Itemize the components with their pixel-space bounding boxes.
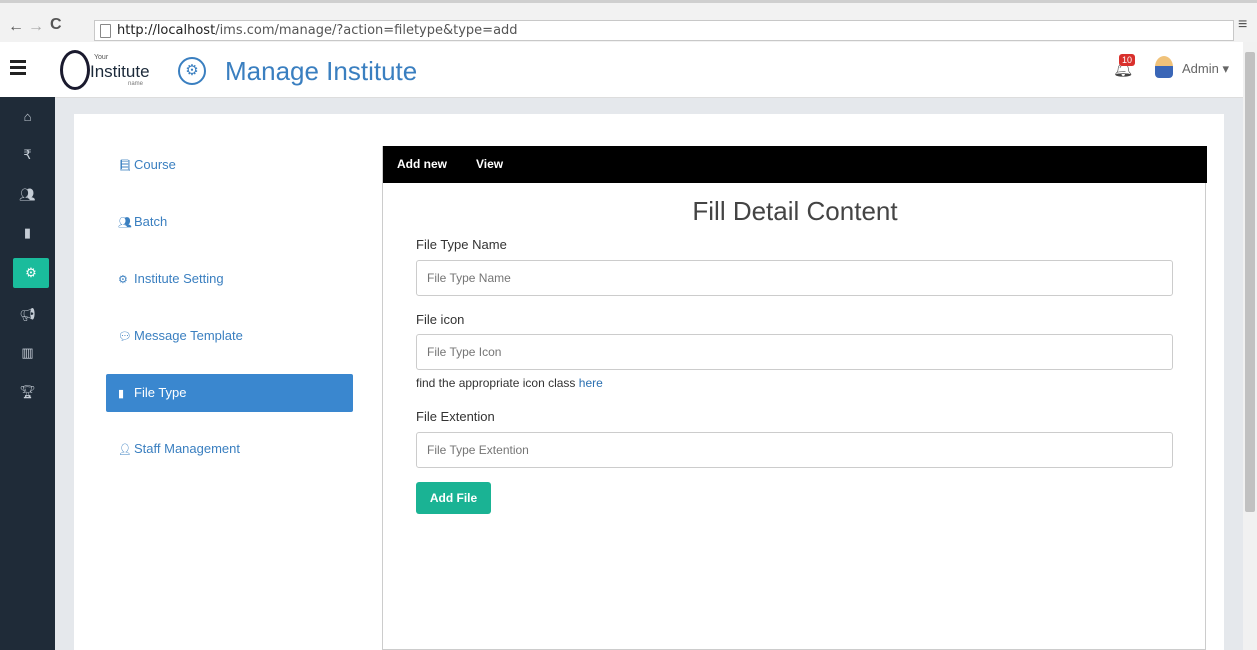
tab-view[interactable]: View [476, 157, 503, 171]
reload-button[interactable]: C [50, 16, 62, 34]
address-bar[interactable]: http://localhost/ims.com/manage/?action=… [94, 20, 1234, 41]
file-icon-label: File icon [416, 312, 465, 327]
file-type-name-label: File Type Name [416, 237, 507, 252]
form-container: Add new View Fill Detail Content File Ty… [382, 146, 1207, 650]
tab-bar: Add new View [383, 146, 1207, 183]
cogs-icon: ⚙ [118, 274, 128, 286]
logo-institute-text: Institute [90, 62, 150, 81]
browser-toolbar: ← → C http://localhost/ims.com/manage/?a… [0, 0, 1257, 42]
menu-item-file-type[interactable]: ▮ File Type [106, 374, 353, 412]
file-extension-input[interactable] [416, 432, 1173, 468]
menu-item-label: Batch [134, 214, 168, 229]
logo-your-text: Your [94, 54, 109, 61]
menu-item-label: Message Template [134, 328, 243, 343]
main-panel: 📘︎ Course 👥︎ Batch ⚙ Institute Setting 💬︎ Me… [74, 114, 1224, 650]
trophy-icon[interactable]: 🏆︎ [0, 384, 55, 400]
hamburger-menu-icon[interactable] [10, 60, 26, 78]
add-file-button[interactable]: Add File [416, 482, 491, 514]
menu-item-institute-setting[interactable]: ⚙ Institute Setting [106, 260, 353, 298]
menu-item-label: File Type [134, 385, 187, 400]
back-button[interactable]: ← [8, 18, 24, 36]
gear-icon: ⚙ [178, 57, 206, 85]
tab-add-new[interactable]: Add new [397, 157, 447, 171]
users-icon[interactable]: 👥︎ [0, 187, 55, 203]
institute-logo[interactable]: Your Institute name [58, 48, 172, 92]
page-icon [100, 24, 111, 38]
icon-class-link[interactable]: here [579, 376, 603, 390]
menu-item-label: Institute Setting [134, 271, 224, 286]
page-title: Manage Institute [225, 56, 418, 86]
browser-menu-button[interactable]: ≡ [1238, 16, 1247, 34]
logo-name-text: name [128, 81, 144, 87]
icon-help-text: find the appropriate icon class here [416, 376, 603, 390]
file-type-name-input[interactable] [416, 260, 1173, 296]
url-path: /ims.com/manage/?action=filetype&type=ad… [215, 23, 518, 38]
home-icon[interactable]: ⌂ [0, 109, 55, 124]
help-text: find the appropriate icon class [416, 376, 579, 390]
bullhorn-icon[interactable]: 📢︎ [0, 307, 55, 323]
menu-item-staff-management[interactable]: 👤︎ Staff Management [106, 430, 353, 468]
book-icon: 📘︎ [118, 160, 132, 172]
menu-item-message-template[interactable]: 💬︎ Message Template [106, 317, 353, 355]
notification-badge: 10 [1119, 54, 1136, 66]
file-extension-label: File Extention [416, 409, 495, 424]
app-header: Your Institute name ⚙ Manage Institute 🔔… [0, 42, 1257, 98]
menu-item-course[interactable]: 📘︎ Course [106, 146, 353, 184]
chart-icon[interactable]: ▥ [0, 345, 55, 361]
url-host: http://localhost [117, 23, 216, 38]
cogs-icon[interactable]: ⚙ [13, 258, 49, 288]
form-title: Fill Detail Content [692, 196, 898, 226]
menu-item-label: Staff Management [134, 441, 240, 456]
avatar[interactable] [1155, 56, 1173, 78]
icon-sidebar: ⌂ ₹ 👥︎ ▮ ⚙ 📢︎ ▥ 🏆︎ [0, 97, 55, 650]
file-icon[interactable]: ▮ [0, 225, 55, 241]
menu-item-label: Course [134, 157, 176, 172]
menu-item-batch[interactable]: 👥︎ Batch [106, 203, 353, 241]
file-icon: ▮ [118, 388, 125, 400]
rupee-icon[interactable]: ₹ [0, 147, 55, 163]
logo-emblem [60, 50, 90, 90]
comment-icon: 💬︎ [118, 331, 132, 343]
file-icon-input[interactable] [416, 334, 1173, 370]
forward-button[interactable]: → [28, 18, 44, 36]
user-icon: 👤︎ [118, 444, 132, 456]
page-scrollbar[interactable] [1243, 42, 1257, 650]
user-menu[interactable]: Admin ▾ [1182, 61, 1229, 77]
users-icon: 👥︎ [118, 217, 132, 229]
scrollbar-thumb[interactable] [1245, 52, 1255, 512]
